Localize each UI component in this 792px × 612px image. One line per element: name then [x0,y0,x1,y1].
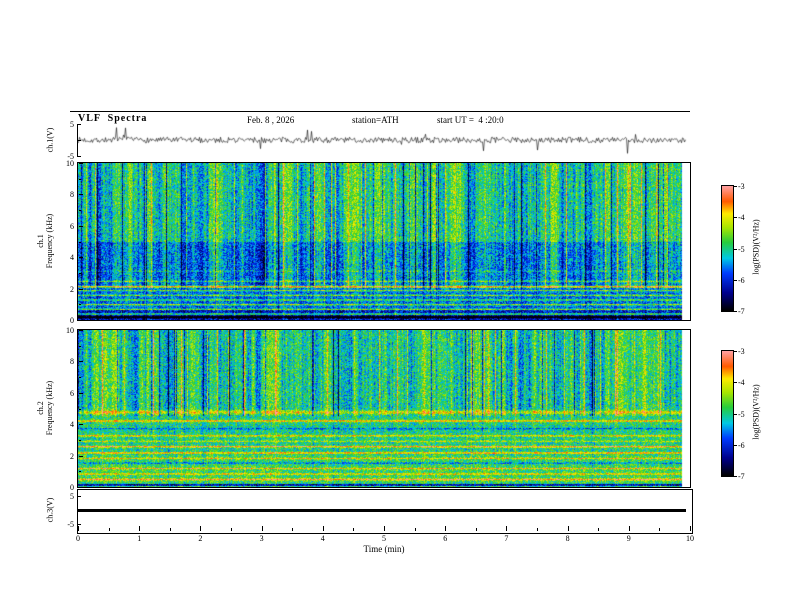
time-axis-label: Time (min) [363,544,405,554]
colorbar-ch1-label-text: log(PSD)(V²/Hz) [751,219,761,275]
x-tick-label: 4 [320,534,325,543]
cb2-tick [734,414,737,415]
cb2-tick-label: -3 [738,347,745,356]
spec1-y-tick-label: 8 [70,190,74,199]
vlf-spectra-figure: VLF Spectra Feb. 8 , 2026 station=ATH st… [0,0,792,612]
cb1-tick [734,186,737,187]
spec2-y-tick-label: 10 [66,326,74,335]
wave-y-tick-label: 5 [70,120,74,129]
spec1-y-tick-label: 10 [66,159,74,168]
top-rule [70,111,690,112]
ch3-signal-line [78,509,686,512]
x-tick-label: 3 [259,534,264,543]
ch2-spec-ylabel-line2: Frequency (kHz) [45,380,54,436]
wave-y-tick-label: -5 [67,152,74,161]
ch3-panel [77,489,693,534]
x-tick-label: 6 [443,534,448,543]
cb2-tick-label: -7 [738,472,745,481]
spec2-y-tick-label: 2 [70,452,74,461]
x-tick-label: 9 [626,534,631,543]
cb1-tick [734,280,737,281]
spec1-y-tick-label: 4 [70,253,74,262]
ch3-y-tick-label: -5 [67,520,74,529]
wave-y-tick [78,156,81,157]
cb2-tick [734,382,737,383]
spec1-y-tick-label: 0 [70,316,74,325]
x-tick-label: 5 [382,534,386,543]
cb1-tick [734,311,737,312]
spec1-y-tick-label: 2 [70,285,74,294]
x-tick-label: 1 [137,534,142,543]
cb1-tick-label: -6 [738,276,745,285]
spec1-y-tick-label: 6 [70,222,74,231]
ch3-y-tick-label: 5 [70,492,74,501]
x-tick-label: 2 [198,534,203,543]
cb2-tick [734,476,737,477]
ch3-ylabel-text: ch.3(V) [45,497,55,523]
ch1-spec-ylabel-line1: ch.1 [36,234,45,248]
x-tick-label: 0 [76,534,80,543]
ch1-waveform-ylabel-text: ch.1(V) [45,127,55,153]
cb2-tick [734,351,737,352]
plot-title: VLF Spectra [78,113,148,124]
ch2-spectrogram-canvas [77,329,691,488]
x-tick-label: 7 [504,534,509,543]
cb1-tick [734,249,737,250]
ch1-spectrogram-canvas [77,162,691,321]
ch2-spec-ylabel-line1: ch.2 [36,401,45,415]
spec2-y-tick-label: 8 [70,357,74,366]
colorbar-ch2-label-text: log(PSD)(V²/Hz) [751,384,761,440]
cb1-tick-label: -7 [738,307,745,316]
spec2-y-tick-label: 4 [70,420,74,429]
cb2-tick [734,445,737,446]
x-tick-label: 10 [686,534,694,543]
spec2-y-tick-label: 6 [70,389,74,398]
ch1-waveform-canvas [78,124,690,156]
x-tick-label: 8 [565,534,570,543]
cb1-tick-label: -3 [738,182,745,191]
cb1-tick [734,217,737,218]
colorbar-ch2-canvas [721,350,734,477]
colorbar-ch1-canvas [721,185,734,312]
spec2-y-tick-label: 0 [70,483,74,492]
cb2-tick-label: -6 [738,441,745,450]
ch1-spec-ylabel-line2: Frequency (kHz) [45,213,54,269]
